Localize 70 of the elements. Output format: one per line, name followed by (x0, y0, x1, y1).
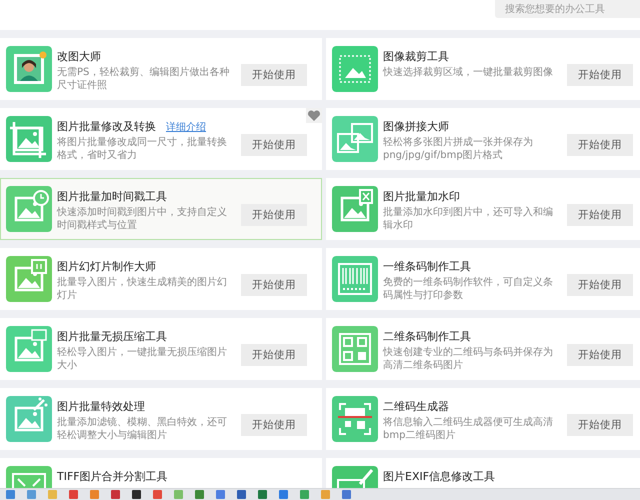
tool-title: 图片批量修改及转换 (57, 119, 156, 134)
tool-description: 批量导入图片，快速生成精美的图片幻灯片 (57, 276, 228, 302)
tool-description: 将信息输入二维码生成器便可生成高清bmp二维码图片 (383, 416, 554, 442)
tool-title: TIFF图片合并分割工具 (57, 469, 168, 484)
details-link[interactable]: 详细介绍 (166, 120, 206, 134)
tool-title: 二维码生成器 (383, 399, 449, 414)
tool-description: 批量添加水印到图片中，还可导入和编辑水印 (383, 206, 554, 232)
taskbar-app-icon[interactable] (27, 490, 36, 499)
tool-description: 快速添加时间戳到图片中，支持自定义时间戳样式与位置 (57, 206, 228, 232)
taskbar-app-icon[interactable] (342, 490, 351, 499)
taskbar-app-icon[interactable] (132, 490, 141, 499)
start-button[interactable]: 开始使用 (241, 274, 307, 296)
tool-title: 图像拼接大师 (383, 119, 449, 134)
tool-title: 图片幻灯片制作大师 (57, 259, 156, 274)
tool-title: 图片批量特效处理 (57, 399, 145, 414)
start-button[interactable]: 开始使用 (241, 344, 307, 366)
taskbar-app-icon[interactable] (48, 490, 57, 499)
tool-title: 图像裁剪工具 (383, 49, 449, 64)
tool-title: 改图大师 (57, 49, 101, 64)
tool-description: 轻松导入图片，一键批量无损压缩图片大小 (57, 346, 228, 372)
tool-description: 免费的一维条码制作软件，可自定义条码属性与打印参数 (383, 276, 554, 302)
tool-title: 二维条码制作工具 (383, 329, 471, 344)
taskbar-app-icon[interactable] (300, 490, 309, 499)
tool-description: 批量添加滤镜、模糊、黑白特效，还可轻松调整大小与编辑图片 (57, 416, 228, 442)
taskbar-app-icon[interactable] (153, 490, 162, 499)
start-button[interactable]: 开始使用 (567, 414, 633, 436)
tool-description: 快速选择裁剪区域，一键批量裁剪图像 (383, 66, 554, 79)
start-button[interactable]: 开始使用 (241, 204, 307, 226)
tool-icon (6, 116, 52, 162)
heart-icon[interactable] (306, 108, 322, 123)
tool-icon (332, 326, 378, 372)
taskbar-app-icon[interactable] (321, 490, 330, 499)
start-button[interactable]: 开始使用 (241, 64, 307, 86)
tool-icon (6, 326, 52, 372)
start-button[interactable]: 开始使用 (567, 134, 633, 156)
tool-title: 图片EXIF信息修改工具 (383, 469, 496, 484)
tool-description: 轻松将多张图片拼成一张并保存为png/jpg/gif/bmp图片格式 (383, 136, 534, 162)
taskbar-app-icon[interactable] (258, 490, 267, 499)
tool-icon (332, 256, 378, 302)
start-button[interactable]: 开始使用 (567, 204, 633, 226)
taskbar-app-icon[interactable] (111, 490, 120, 499)
tool-icon (332, 46, 378, 92)
tool-description: 无需PS，轻松裁剪、编辑图片做出各种尺寸证件照 (57, 66, 230, 92)
taskbar-app-icon[interactable] (6, 490, 15, 499)
tool-icon (332, 116, 378, 162)
taskbar-app-icon[interactable] (69, 490, 78, 499)
start-button[interactable]: 开始使用 (567, 274, 633, 296)
start-button[interactable]: 开始使用 (241, 134, 307, 156)
tool-description: 将图片批量修改成同一尺寸，批量转换格式，省时又省力 (57, 136, 228, 162)
tool-icon (332, 186, 378, 232)
tool-icon (332, 396, 378, 442)
tool-title: 图片批量无损压缩工具 (57, 329, 167, 344)
taskbar-app-icon[interactable] (237, 490, 246, 499)
start-button[interactable]: 开始使用 (567, 64, 633, 86)
tool-title: 图片批量加水印 (383, 189, 460, 204)
tool-icon (6, 46, 52, 92)
taskbar-app-icon[interactable] (195, 490, 204, 499)
taskbar-app-icon[interactable] (216, 490, 225, 499)
start-button[interactable]: 开始使用 (567, 344, 633, 366)
search-field[interactable]: 搜索您想要的办公工具 (495, 0, 640, 18)
tool-description: 快速创建专业的二维码与条码并保存为高清二维条码图片 (383, 346, 554, 372)
start-button[interactable]: 开始使用 (241, 414, 307, 436)
taskbar-app-icon[interactable] (174, 490, 183, 499)
taskbar-app-icon[interactable] (90, 490, 99, 499)
tool-title: 图片批量加时间戳工具 (57, 189, 167, 204)
tool-icon (6, 256, 52, 302)
tool-icon (6, 186, 52, 232)
tool-title: 一维条码制作工具 (383, 259, 471, 274)
taskbar-app-icon[interactable] (279, 490, 288, 499)
tool-icon (6, 396, 52, 442)
